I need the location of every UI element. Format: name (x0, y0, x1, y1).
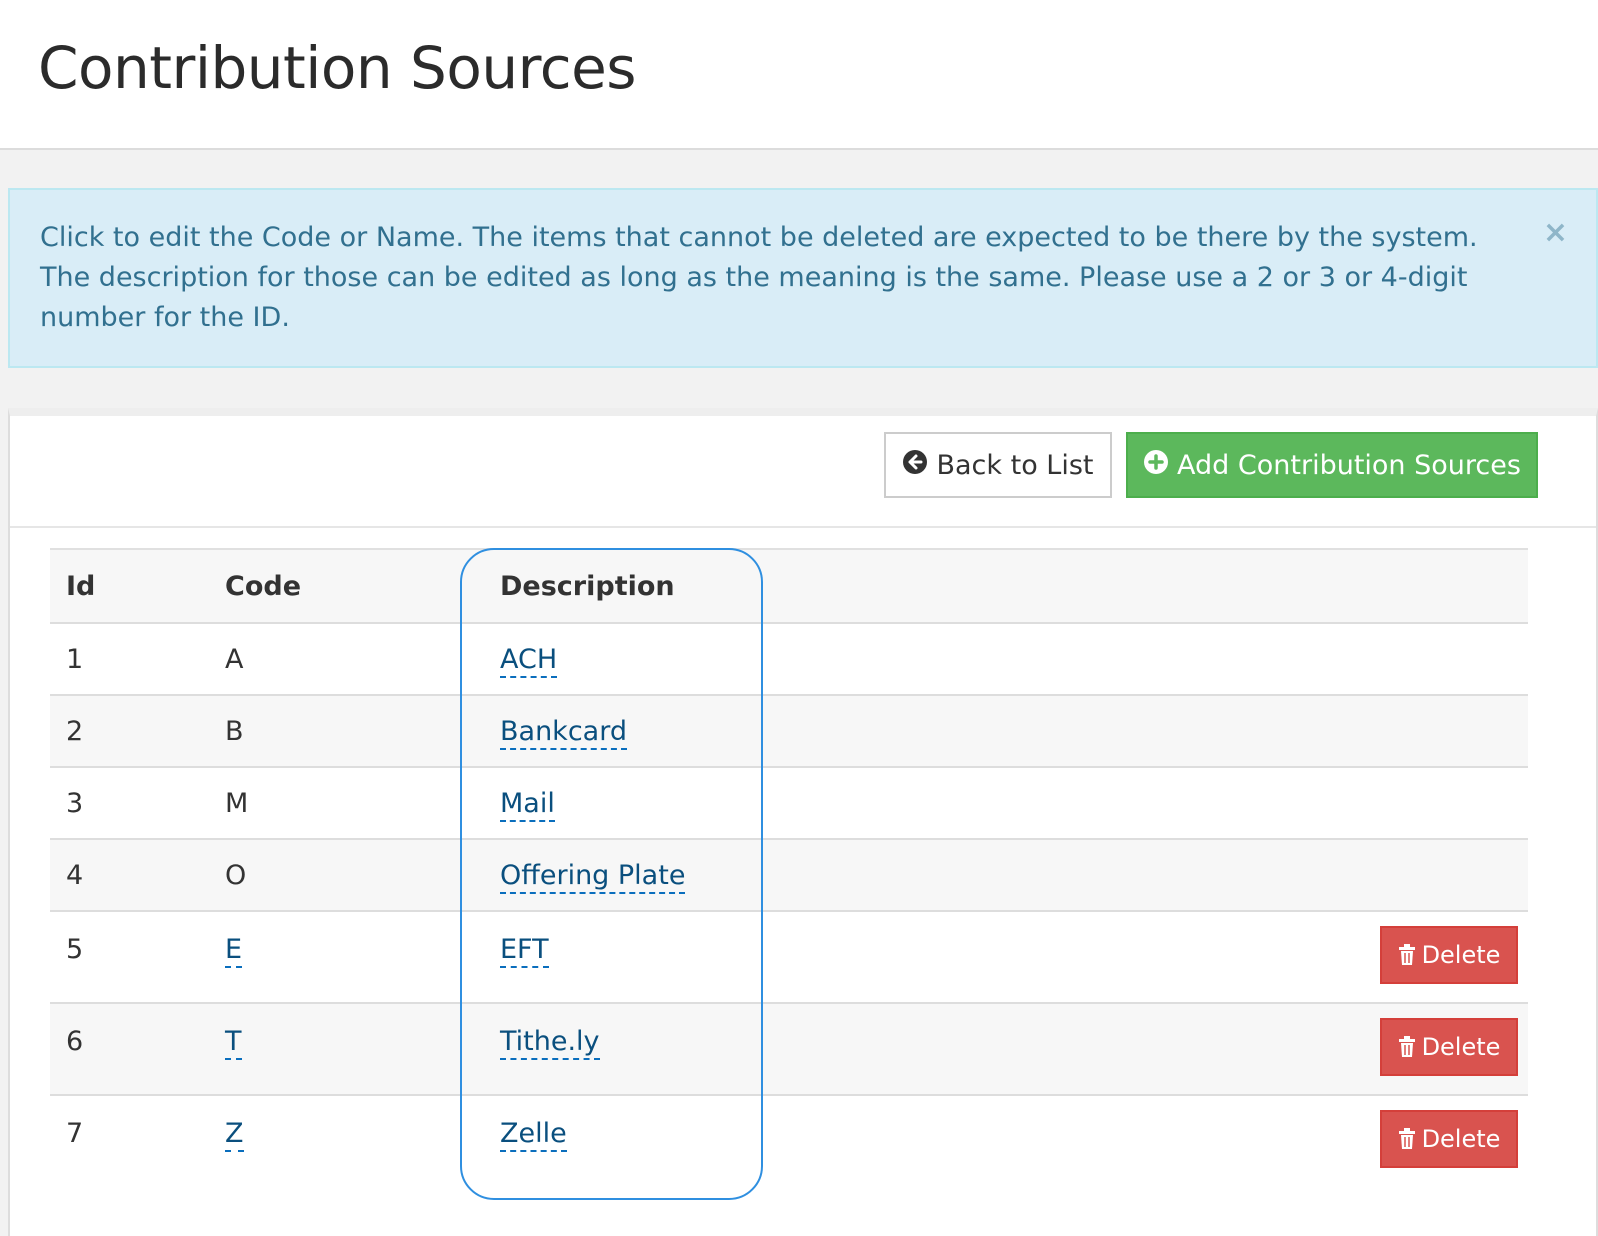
row-description-cell: ACH (500, 623, 1070, 696)
back-to-list-button[interactable]: Back to List (884, 432, 1112, 498)
table-row: 4 O Offering Plate (50, 839, 1528, 912)
row-id: 5 (50, 911, 225, 1004)
row-description-editable[interactable]: Offering Plate (500, 859, 686, 894)
row-description-editable[interactable]: Tithe.ly (500, 1026, 600, 1060)
table-body: 1 A ACH 2 B Bankcard 3 M Mail 4 O Offeri… (50, 623, 1528, 1195)
row-code-cell: Z (225, 1095, 500, 1195)
table-row: 5 E EFT Delete (50, 911, 1528, 1004)
row-code-editable[interactable]: E (225, 934, 243, 968)
row-description-cell: Mail (500, 767, 1070, 840)
row-code-cell: T (225, 1003, 500, 1096)
row-id: 2 (50, 695, 225, 768)
sources-table-wrapper: Id Code Description 1 A ACH 2 B Bankcard (50, 548, 1528, 1195)
table-row: 1 A ACH (50, 623, 1528, 696)
toolbar: Back to List Add Contribution Sources (10, 416, 1596, 528)
row-actions: Delete (1070, 1095, 1528, 1195)
row-id: 4 (50, 839, 225, 912)
delete-button[interactable]: Delete (1380, 926, 1518, 984)
content-panel: Back to List Add Contribution Sources Id… (8, 408, 1598, 1236)
add-contribution-sources-label: Add Contribution Sources (1177, 449, 1521, 481)
row-actions: Delete (1070, 911, 1528, 1004)
delete-label: Delete (1421, 1033, 1501, 1061)
row-code-cell: E (225, 911, 500, 1004)
column-header-id[interactable]: Id (50, 549, 225, 624)
row-description-cell: Tithe.ly (500, 1003, 1070, 1096)
alert-message: Click to edit the Code or Name. The item… (40, 222, 1478, 333)
row-description-cell: Zelle (500, 1095, 1070, 1195)
plus-circle-icon (1143, 449, 1169, 482)
row-code-editable[interactable]: T (225, 1026, 242, 1060)
delete-label: Delete (1421, 941, 1501, 969)
row-description-editable[interactable]: Bankcard (500, 715, 627, 750)
row-actions (1070, 767, 1528, 840)
row-actions (1070, 839, 1528, 912)
row-description-cell: Offering Plate (500, 839, 1070, 912)
row-actions (1070, 623, 1528, 696)
row-id: 1 (50, 623, 225, 696)
row-description-cell: Bankcard (500, 695, 1070, 768)
delete-button[interactable]: Delete (1380, 1018, 1518, 1076)
sources-table: Id Code Description 1 A ACH 2 B Bankcard (50, 548, 1528, 1195)
row-id: 7 (66, 1118, 84, 1149)
row-description-editable[interactable]: EFT (500, 934, 549, 968)
delete-button[interactable]: Delete (1380, 1110, 1518, 1168)
info-alert: Click to edit the Code or Name. The item… (8, 188, 1598, 368)
column-header-description[interactable]: Description (500, 549, 1070, 624)
row-description-cell: EFT (500, 911, 1070, 1004)
arrow-circle-left-icon (902, 449, 928, 482)
table-header-row: Id Code Description (50, 549, 1528, 624)
row-code: O (225, 839, 500, 912)
table-row: 6 T Tithe.ly Delete (50, 1003, 1528, 1096)
row-id: 3 (50, 767, 225, 840)
column-header-actions (1070, 549, 1528, 624)
back-to-list-label: Back to List (936, 449, 1094, 481)
trash-icon (1398, 1128, 1415, 1149)
close-icon[interactable]: × (1543, 218, 1568, 248)
trash-icon (1398, 944, 1415, 965)
table-row: 2 B Bankcard (50, 695, 1528, 768)
column-header-code[interactable]: Code (225, 549, 500, 624)
row-description-editable[interactable]: Mail (500, 787, 555, 822)
row-description-editable[interactable]: Zelle (500, 1118, 567, 1152)
page-header: Contribution Sources (0, 0, 1598, 150)
delete-label: Delete (1421, 1125, 1501, 1153)
row-code: A (225, 623, 500, 696)
trash-icon (1398, 1036, 1415, 1057)
row-id: 6 (50, 1003, 225, 1096)
row-description-editable[interactable]: ACH (500, 643, 558, 678)
table-row: 3 M Mail (50, 767, 1528, 840)
row-code: B (225, 695, 500, 768)
row-actions (1070, 695, 1528, 768)
table-row: 7 Z Zelle Delete (50, 1095, 1528, 1195)
row-code-editable[interactable]: Z (225, 1118, 244, 1152)
add-contribution-sources-button[interactable]: Add Contribution Sources (1126, 432, 1538, 498)
row-code: M (225, 767, 500, 840)
row-actions: Delete (1070, 1003, 1528, 1096)
page-title: Contribution Sources (38, 34, 636, 102)
